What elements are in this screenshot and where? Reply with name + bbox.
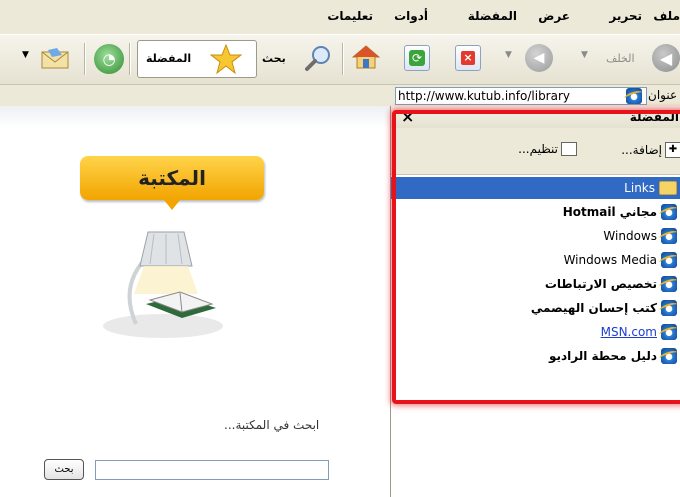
ie-icon	[661, 228, 677, 244]
favorites-item-label: Hotmail مجاني	[562, 205, 657, 219]
organize-favorites-icon	[561, 142, 577, 156]
envelope-icon	[41, 48, 69, 69]
toolbar: ◀ الخلف ▼ ◀ ▼ × ⟳ بحث المفضلة ◔ ▼	[0, 34, 680, 85]
favorites-pane-toolbar: ✚ إضافة... تنظيم...	[391, 128, 680, 175]
favorites-list-item[interactable]: كتب إحسان الهيصمي	[531, 297, 677, 319]
star-icon	[210, 44, 242, 74]
refresh-button[interactable]: ⟳	[404, 45, 430, 71]
menu-favorites[interactable]: المفضلة	[468, 9, 517, 23]
favorites-list-item[interactable]: Hotmail مجاني	[563, 201, 677, 223]
favorites-item-label: دليل محطة الراديو	[548, 349, 657, 363]
library-logo-text: المكتبة	[138, 166, 206, 190]
library-logo-badge[interactable]: المكتبة	[80, 156, 264, 200]
back-button[interactable]: ◀	[652, 44, 680, 72]
library-search-input[interactable]	[95, 460, 329, 480]
page-ie-icon	[626, 88, 642, 104]
mail-button[interactable]	[38, 45, 72, 71]
folder-icon	[659, 181, 677, 195]
page-top-gradient	[0, 106, 390, 128]
media-button[interactable]: ◔	[94, 44, 124, 74]
home-button[interactable]	[351, 43, 381, 71]
back-dropdown-icon[interactable]: ▼	[581, 50, 588, 60]
back-arrow-icon: ◀	[659, 48, 673, 68]
lamp-book-illustration	[103, 231, 223, 338]
favorites-pane: × المفضلة ✚ إضافة... تنظيم... Links Hotma…	[390, 106, 680, 497]
forward-arrow-icon: ◀	[533, 50, 545, 66]
favorites-close-icon[interactable]: ×	[401, 107, 414, 126]
favorites-pane-header: × المفضلة	[391, 106, 680, 128]
search-caption: ابحث في المكتبة...	[224, 418, 320, 432]
stop-button[interactable]: ×	[455, 45, 481, 71]
favorites-list-item[interactable]: دليل محطة الراديو	[549, 345, 677, 367]
address-bar: http://www.kutub.info/library عنوان	[0, 84, 680, 107]
favorites-label: المفضلة	[146, 52, 192, 65]
menu-edit[interactable]: تحرير	[609, 9, 642, 23]
favorites-item-label: MSN.com	[600, 325, 657, 339]
address-field[interactable]: http://www.kutub.info/library	[395, 87, 647, 105]
logo-pointer	[164, 200, 180, 210]
favorites-list-item[interactable]: Windows Media	[564, 249, 677, 271]
favorites-pane-title: المفضلة	[629, 110, 679, 124]
favorites-item-label: Windows Media	[563, 253, 657, 267]
favorites-list-item[interactable]: Links	[391, 177, 680, 199]
favorites-item-label: Links	[624, 181, 655, 195]
address-label: عنوان	[648, 88, 678, 102]
favorites-list-item[interactable]: Windows	[603, 225, 677, 247]
forward-dropdown-icon[interactable]: ▼	[505, 50, 512, 60]
favorites-list-item[interactable]: MSN.com	[601, 321, 677, 343]
address-url: http://www.kutub.info/library	[398, 89, 571, 103]
ie-icon	[661, 324, 677, 340]
ie-icon	[661, 348, 677, 364]
home-icon	[352, 45, 380, 69]
ie-icon	[661, 276, 677, 292]
mail-dropdown-icon[interactable]: ▼	[22, 50, 29, 60]
favorites-add-button[interactable]: ✚ إضافة...	[621, 142, 680, 158]
media-icon: ◔	[102, 50, 116, 68]
favorites-item-label: كتب إحسان الهيصمي	[530, 301, 657, 315]
favorites-item-label: تخصيص الارتباطات	[544, 277, 657, 291]
favorites-item-label: Windows	[603, 229, 657, 243]
back-label: الخلف	[606, 52, 635, 65]
favorites-organize-label: تنظيم...	[518, 142, 558, 156]
refresh-icon: ⟳	[409, 50, 425, 66]
favorites-list-item[interactable]: تخصيص الارتباطات	[545, 273, 677, 295]
menu-tools[interactable]: أدوات	[394, 9, 428, 23]
favorites-add-label: إضافة...	[621, 143, 662, 157]
stop-icon: ×	[461, 51, 475, 65]
menu-help[interactable]: تعليمات	[327, 9, 373, 23]
page-content: المكتبة ابحث في المكتبة... بحث	[0, 106, 390, 497]
menu-view[interactable]: عرض	[538, 9, 570, 23]
menu-bar: ملف تحرير عرض المفضلة أدوات تعليمات	[0, 0, 680, 34]
ie-icon	[661, 252, 677, 268]
add-favorite-icon: ✚	[665, 142, 680, 158]
library-search-button[interactable]: بحث	[44, 459, 84, 480]
menu-file[interactable]: ملف	[653, 9, 680, 23]
magnifier-icon	[305, 46, 330, 71]
search-button[interactable]	[301, 43, 335, 73]
ie-icon	[661, 300, 677, 316]
search-label[interactable]: بحث	[262, 52, 286, 65]
favorites-organize-button[interactable]: تنظيم...	[518, 142, 577, 156]
favorites-button[interactable]: المفضلة	[137, 40, 257, 78]
forward-button[interactable]: ◀	[525, 44, 553, 72]
ie-icon	[661, 204, 677, 220]
